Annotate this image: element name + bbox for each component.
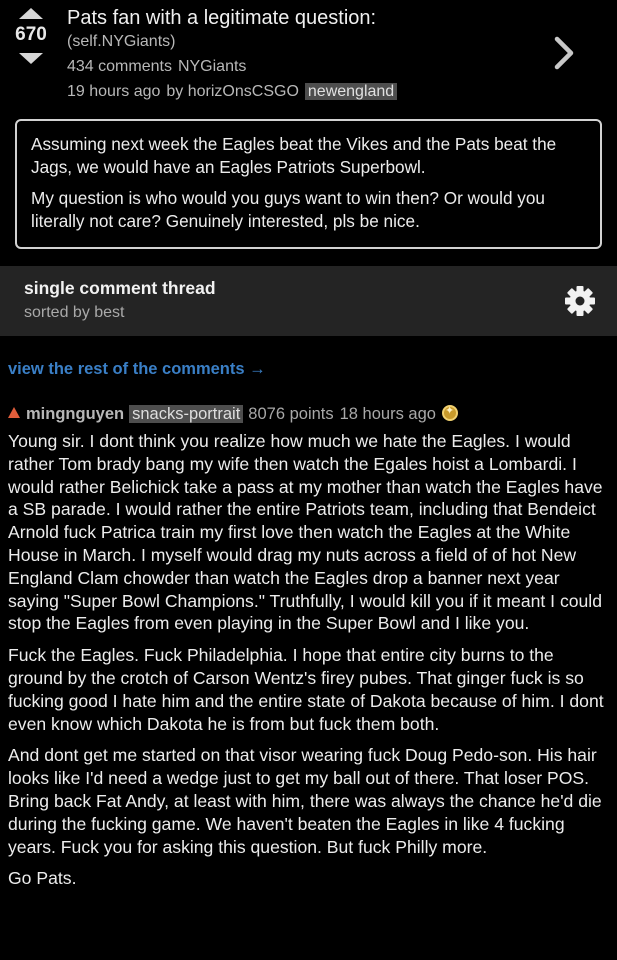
downvote-arrow-icon[interactable] (19, 53, 43, 64)
post-score: 670 (15, 24, 47, 45)
comment-time: 18 hours ago (339, 405, 436, 423)
comment-paragraph: Fuck the Eagles. Fuck Philadelphia. I ho… (8, 645, 604, 734)
post-meta: Pats fan with a legitimate question: (se… (67, 6, 403, 104)
chevron-right-icon[interactable] (553, 36, 575, 70)
upvoted-arrow-icon[interactable] (8, 407, 20, 418)
thread-title: single comment thread (24, 278, 216, 298)
author-flair: newengland (304, 83, 398, 100)
post-header: 670 Pats fan with a legitimate question:… (0, 0, 617, 110)
subreddit-link[interactable]: NYGiants (178, 58, 246, 75)
post-selftext: Assuming next week the Eagles beat the V… (15, 119, 602, 249)
comment-paragraph: And dont get me started on that visor we… (8, 745, 602, 857)
comments-count-link[interactable]: 434 comments (67, 58, 172, 75)
thread-sort-label[interactable]: sorted by best (24, 304, 125, 322)
gold-award-icon (441, 404, 458, 421)
comment-body: Young sir. I dont think you realize how … (8, 430, 611, 890)
view-rest-comments-link[interactable]: view the rest of the comments → (8, 360, 266, 379)
thread-bar: single comment thread sorted by best (0, 266, 617, 336)
comment-points: 8076 points (248, 405, 334, 423)
comment-author-flair: snacks-portrait (129, 405, 244, 423)
post-byline: 19 hours ago by horizOnsCSGO newengland (67, 79, 403, 104)
selftext-paragraph: My question is who would you guys want t… (31, 188, 545, 231)
comment-paragraph: Go Pats. (8, 868, 77, 889)
post-stats-line: 434 comments NYGiants (67, 54, 403, 79)
post-subreddit-tag: (self.NYGiants) (67, 33, 176, 50)
comment-header: mingnguyen snacks-portrait 8076 points 18 h… (8, 404, 458, 424)
gear-icon[interactable] (563, 284, 597, 318)
comment-author-link[interactable]: mingnguyen (26, 405, 124, 423)
comment-paragraph: Young sir. I dont think you realize how … (8, 431, 603, 634)
post-title[interactable]: Pats fan with a legitimate question: (67, 6, 403, 30)
vote-column: 670 (8, 8, 54, 64)
selftext-paragraph: Assuming next week the Eagles beat the V… (31, 134, 557, 177)
post-time: 19 hours ago (67, 83, 161, 100)
upvote-arrow-icon[interactable] (19, 8, 43, 19)
post-author-link[interactable]: by horizOnsCSGO (166, 83, 298, 100)
